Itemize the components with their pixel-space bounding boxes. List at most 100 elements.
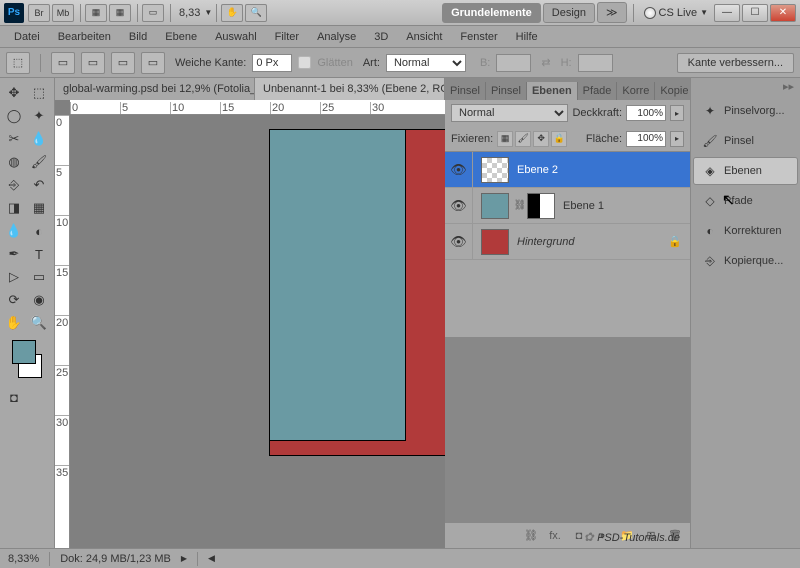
menu-ansicht[interactable]: Ansicht bbox=[398, 29, 450, 45]
menu-analyse[interactable]: Analyse bbox=[309, 29, 364, 45]
sel-sub[interactable]: ▭ bbox=[111, 52, 135, 74]
quickmask[interactable]: ◘ bbox=[2, 386, 26, 408]
dock-kopierquelle[interactable]: ⎆Kopierque... bbox=[693, 247, 798, 275]
layer-name[interactable]: Ebene 2 bbox=[513, 164, 558, 176]
tool-blur[interactable]: 💧 bbox=[2, 220, 26, 242]
hand-tool-btn[interactable]: ✋ bbox=[221, 4, 243, 22]
menu-fenster[interactable]: Fenster bbox=[452, 29, 505, 45]
tool-move[interactable]: ✥ bbox=[2, 82, 26, 104]
status-zoom[interactable]: 8,33% bbox=[8, 553, 39, 565]
tool-marquee[interactable]: ⬚ bbox=[27, 82, 51, 104]
panel-tab-pinsel2[interactable]: Pinsel bbox=[486, 82, 527, 100]
tool-brush[interactable]: 🖌 bbox=[27, 151, 51, 173]
window-maximize[interactable]: ☐ bbox=[742, 4, 768, 22]
tool-shape[interactable]: ▭ bbox=[27, 266, 51, 288]
panel-tab-ebenen[interactable]: Ebenen bbox=[527, 82, 578, 100]
canvas[interactable] bbox=[70, 115, 445, 548]
layer-row-hintergrund[interactable]: 👁 Hintergrund 🔒 bbox=[445, 224, 690, 260]
dock-collapse-icon[interactable]: ▸▸ bbox=[691, 78, 800, 95]
view-extras-btn[interactable]: ▦ bbox=[85, 4, 107, 22]
dock-pinselvorgaben[interactable]: ✦Pinselvorg... bbox=[693, 97, 798, 125]
window-close[interactable]: ✕ bbox=[770, 4, 796, 22]
menu-bearbeiten[interactable]: Bearbeiten bbox=[50, 29, 119, 45]
fill-slider-btn[interactable]: ▸ bbox=[670, 131, 684, 147]
panel-tab-pfade[interactable]: Pfade bbox=[578, 82, 618, 100]
panel-tab-korrekturen[interactable]: Korre bbox=[617, 82, 655, 100]
link-layers-btn[interactable]: ⛓ bbox=[520, 527, 542, 545]
cs-live[interactable]: CS Live▼ bbox=[644, 7, 708, 19]
tool-eyedrop[interactable]: 💧 bbox=[27, 128, 51, 150]
panel-tab-kopierquelle[interactable]: Kopie bbox=[655, 82, 690, 100]
tool-stamp[interactable]: ⎆ bbox=[2, 174, 26, 196]
dock-korrekturen[interactable]: ◐Korrekturen bbox=[693, 217, 798, 245]
layer-thumb[interactable] bbox=[481, 157, 509, 183]
menu-filter[interactable]: Filter bbox=[267, 29, 307, 45]
visibility-icon[interactable]: 👁 bbox=[445, 152, 473, 187]
minibridge-btn[interactable]: Mb bbox=[52, 4, 74, 22]
sel-new[interactable]: ▭ bbox=[51, 52, 75, 74]
doc-tab-1[interactable]: global-warming.psd bei 12,9% (Fotolia_96… bbox=[55, 78, 255, 100]
blend-mode-select[interactable]: Normal bbox=[451, 104, 568, 122]
zoom-level[interactable]: 8,33 bbox=[175, 7, 204, 19]
visibility-icon[interactable]: 👁 bbox=[445, 224, 473, 259]
refine-edge-btn[interactable]: Kante verbessern... bbox=[677, 53, 794, 73]
tool-heal[interactable]: ◍ bbox=[2, 151, 26, 173]
dock-ebenen[interactable]: ◈Ebenen bbox=[693, 157, 798, 185]
layer-thumb[interactable] bbox=[481, 229, 509, 255]
tool-3d[interactable]: ⟳ bbox=[2, 289, 26, 311]
status-dok[interactable]: Dok: 24,9 MB/1,23 MB bbox=[60, 553, 171, 565]
opacity-slider-btn[interactable]: ▸ bbox=[670, 105, 684, 121]
fill-input[interactable] bbox=[626, 131, 666, 147]
layer-thumb[interactable] bbox=[481, 193, 509, 219]
view-arrange-btn[interactable]: ▦ bbox=[109, 4, 131, 22]
tool-wand[interactable]: ✦ bbox=[27, 105, 51, 127]
sel-intersect[interactable]: ▭ bbox=[141, 52, 165, 74]
menu-bild[interactable]: Bild bbox=[121, 29, 155, 45]
visibility-icon[interactable]: 👁 bbox=[445, 188, 473, 223]
tool-crop[interactable]: ✂ bbox=[2, 128, 26, 150]
layer-row-ebene1[interactable]: 👁 ⛓ Ebene 1 bbox=[445, 188, 690, 224]
tool-history[interactable]: ↶ bbox=[27, 174, 51, 196]
tool-dodge[interactable]: ◐ bbox=[27, 220, 51, 242]
ruler-horizontal[interactable]: 051015202530 bbox=[70, 100, 445, 115]
lock-all-icon[interactable]: 🔒 bbox=[551, 131, 567, 147]
fx-btn[interactable]: fx. bbox=[544, 527, 566, 545]
tool-hand[interactable]: ✋ bbox=[2, 312, 26, 334]
dock-pfade[interactable]: ◇Pfade bbox=[693, 187, 798, 215]
dock-pinsel[interactable]: 🖌Pinsel bbox=[693, 127, 798, 155]
ruler-vertical[interactable]: 05101520253035 bbox=[55, 115, 70, 548]
scroll-left-icon[interactable]: ◀ bbox=[208, 553, 215, 564]
window-minimize[interactable]: — bbox=[714, 4, 740, 22]
style-select[interactable]: Normal bbox=[386, 54, 466, 72]
tool-preset[interactable]: ⬚ bbox=[6, 52, 30, 74]
layer-name[interactable]: Hintergrund bbox=[513, 236, 574, 248]
feather-input[interactable] bbox=[252, 54, 292, 72]
opacity-input[interactable] bbox=[626, 105, 666, 121]
foreground-color[interactable] bbox=[12, 340, 36, 364]
lock-transparent-icon[interactable]: ▦ bbox=[497, 131, 513, 147]
tool-zoom[interactable]: 🔍 bbox=[27, 312, 51, 334]
layer-name[interactable]: Ebene 1 bbox=[559, 200, 604, 212]
menu-datei[interactable]: Datei bbox=[6, 29, 48, 45]
tool-gradient[interactable]: ▦ bbox=[27, 197, 51, 219]
sel-add[interactable]: ▭ bbox=[81, 52, 105, 74]
menu-hilfe[interactable]: Hilfe bbox=[508, 29, 546, 45]
tool-pen[interactable]: ✒ bbox=[2, 243, 26, 265]
panel-tab-pinsel[interactable]: Pinsel bbox=[445, 82, 486, 100]
tool-3dcam[interactable]: ◉ bbox=[27, 289, 51, 311]
tool-eraser[interactable]: ◨ bbox=[2, 197, 26, 219]
lock-pixels-icon[interactable]: 🖌 bbox=[515, 131, 531, 147]
zoom-tool-btn[interactable]: 🔍 bbox=[245, 4, 267, 22]
layer-mask-thumb[interactable] bbox=[527, 193, 555, 219]
lock-position-icon[interactable]: ✥ bbox=[533, 131, 549, 147]
menu-ebene[interactable]: Ebene bbox=[157, 29, 205, 45]
screen-mode-btn[interactable]: ▭ bbox=[142, 4, 164, 22]
workspace-grundelemente[interactable]: Grundelemente bbox=[442, 3, 541, 23]
layer-row-ebene2[interactable]: 👁 Ebene 2 bbox=[445, 152, 690, 188]
menu-3d[interactable]: 3D bbox=[366, 29, 396, 45]
bridge-btn[interactable]: Br bbox=[28, 4, 50, 22]
tool-type[interactable]: T bbox=[27, 243, 51, 265]
mask-link-icon[interactable]: ⛓ bbox=[513, 199, 527, 213]
doc-tab-2[interactable]: Unbenannt-1 bei 8,33% (Ebene 2, RGB/8) *… bbox=[255, 78, 445, 100]
workspace-more[interactable]: ≫ bbox=[597, 2, 627, 23]
